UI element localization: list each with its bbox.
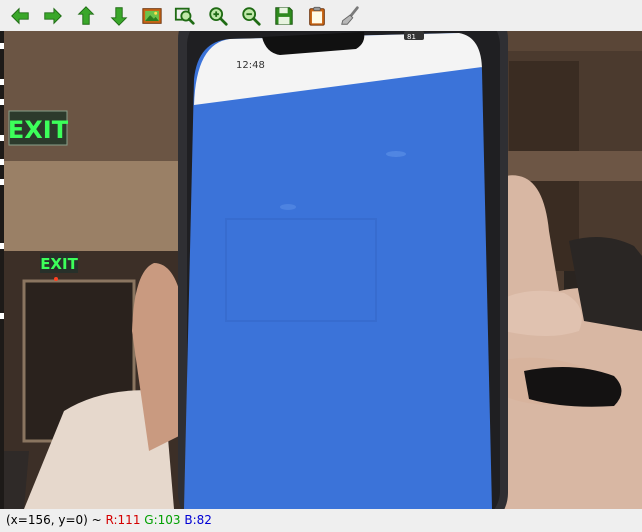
pixel-red-value: R:111 [105, 513, 141, 527]
zoom-in-icon [208, 7, 228, 26]
floppy-disk-icon [274, 7, 293, 25]
pan-down-button[interactable] [105, 3, 132, 30]
pan-left-button[interactable] [6, 3, 33, 30]
zoom-rect-icon [174, 7, 195, 25]
properties-button[interactable] [336, 3, 363, 30]
zoom-fit-button[interactable] [138, 3, 165, 30]
pixel-coords: (x=156, y=0) ~ [6, 513, 106, 527]
arrow-down-icon [110, 7, 127, 26]
arrow-up-icon [77, 6, 94, 25]
camera-frame: EXIT EXIT 12:48 81 [4, 31, 642, 509]
zoom-area-button[interactable] [171, 3, 198, 30]
phone-battery: 81 [407, 33, 416, 41]
pan-up-button[interactable] [72, 3, 99, 30]
zoom-in-button[interactable] [204, 3, 231, 30]
image-viewport[interactable]: EXIT EXIT 12:48 81 [4, 31, 642, 509]
toolbar [0, 0, 642, 32]
arrow-left-icon [10, 7, 29, 25]
copy-button[interactable] [303, 3, 330, 30]
status-bar: (x=156, y=0) ~ R:111 G:103 B:82 [0, 509, 642, 532]
clipboard-icon [308, 6, 325, 26]
exit-sign-top: EXIT [8, 116, 69, 144]
arrow-right-icon [43, 7, 62, 25]
image-icon [141, 8, 162, 24]
pan-right-button[interactable] [39, 3, 66, 30]
zoom-out-button[interactable] [237, 3, 264, 30]
phone-time: 12:48 [236, 60, 265, 71]
pixel-green-value: G:103 [144, 513, 181, 527]
pixel-blue-value: B:82 [184, 513, 212, 527]
save-button[interactable] [270, 3, 297, 30]
zoom-out-icon [241, 7, 261, 26]
brush-icon [340, 6, 359, 25]
exit-sign-bottom: EXIT [40, 255, 78, 273]
